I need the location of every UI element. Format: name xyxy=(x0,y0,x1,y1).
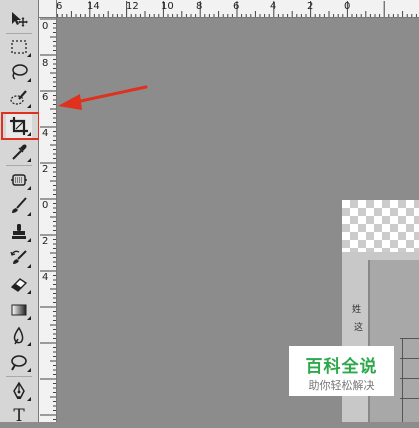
ruler-label: 2 xyxy=(42,236,49,247)
submenu-indicator xyxy=(27,104,31,108)
submenu-indicator xyxy=(27,397,31,401)
marquee-icon xyxy=(11,40,27,54)
submenu-indicator xyxy=(27,186,31,190)
tools-panel: T xyxy=(0,0,39,425)
vertical-ruler-ticks xyxy=(40,18,56,420)
clone-stamp-tool-button[interactable] xyxy=(6,220,32,244)
healing-brush-icon xyxy=(11,174,27,186)
submenu-indicator xyxy=(27,212,31,216)
toolbar-separator xyxy=(6,33,32,34)
submenu-indicator xyxy=(27,53,31,57)
history-brush-tool-button[interactable] xyxy=(6,246,32,270)
move-tool-button[interactable] xyxy=(6,7,32,31)
ruler-label: 0 xyxy=(344,1,351,12)
document-table-line xyxy=(402,338,403,422)
gradient-tool-button[interactable] xyxy=(6,298,32,322)
submenu-indicator xyxy=(27,368,31,372)
ruler-label: 4 xyxy=(42,272,49,283)
horizontal-ruler[interactable]: 6 14 12 10 8 6 4 2 0 xyxy=(39,0,419,18)
eraser-icon xyxy=(10,278,28,292)
document-text: 姓 xyxy=(352,305,362,315)
submenu-indicator xyxy=(27,316,31,320)
type-tool-button[interactable]: T xyxy=(6,404,32,428)
submenu-indicator xyxy=(27,238,31,242)
dodge-tool-button[interactable] xyxy=(6,350,32,374)
submenu-indicator xyxy=(27,264,31,268)
healing-brush-tool-button[interactable] xyxy=(6,168,32,192)
eyedropper-tool-button[interactable] xyxy=(6,140,32,164)
brush-icon xyxy=(12,197,27,213)
quick-selection-tool-button[interactable] xyxy=(6,86,32,110)
pen-tool-button[interactable] xyxy=(6,379,32,403)
blur-tool-button[interactable] xyxy=(6,324,32,348)
dodge-icon xyxy=(11,355,27,371)
marquee-tool-button[interactable] xyxy=(6,35,32,59)
ruler-label: 8 xyxy=(42,58,49,69)
ruler-label: 2 xyxy=(42,164,49,175)
clone-stamp-icon xyxy=(12,224,26,239)
type-icon: T xyxy=(13,406,25,426)
move-icon xyxy=(12,12,28,27)
toolbar-separator xyxy=(6,376,32,377)
ruler-label: 0 xyxy=(42,21,49,32)
watermark-logo: 百科全说 助你轻松解决 xyxy=(289,346,394,396)
transparency-checkerboard xyxy=(342,200,419,260)
lasso-icon xyxy=(12,64,28,80)
vertical-ruler[interactable]: 0 8 6 4 2 0 2 4 xyxy=(39,18,57,422)
ruler-label: 6 xyxy=(233,1,240,12)
ruler-label: 12 xyxy=(126,1,139,12)
eyedropper-icon xyxy=(12,144,27,160)
ruler-origin[interactable] xyxy=(39,0,57,18)
ruler-label: 6 xyxy=(42,92,49,103)
watermark-subtitle: 助你轻松解决 xyxy=(308,379,375,392)
eraser-tool-button[interactable] xyxy=(6,272,32,296)
submenu-indicator xyxy=(27,342,31,346)
crop-tool-highlight xyxy=(1,112,40,140)
ruler-label: 14 xyxy=(87,1,100,12)
pen-icon xyxy=(13,381,25,399)
ruler-label: 8 xyxy=(196,1,203,12)
ruler-label: 4 xyxy=(42,128,49,139)
ruler-label: 10 xyxy=(161,1,174,12)
watermark-title: 百科全说 xyxy=(305,357,378,377)
toolbar-separator xyxy=(6,165,32,166)
submenu-indicator xyxy=(27,78,31,82)
brush-tool-button[interactable] xyxy=(6,194,32,218)
gradient-icon xyxy=(11,304,27,316)
ruler-label: 4 xyxy=(270,1,277,12)
blur-icon xyxy=(13,326,24,345)
history-brush-icon xyxy=(10,250,27,264)
submenu-indicator xyxy=(27,290,31,294)
quick-selection-icon xyxy=(10,90,27,105)
lasso-tool-button[interactable] xyxy=(6,60,32,84)
ruler-label: 0 xyxy=(42,200,49,211)
ruler-label: 2 xyxy=(307,1,314,12)
document-text: 这 xyxy=(354,323,364,333)
submenu-indicator xyxy=(27,158,31,162)
